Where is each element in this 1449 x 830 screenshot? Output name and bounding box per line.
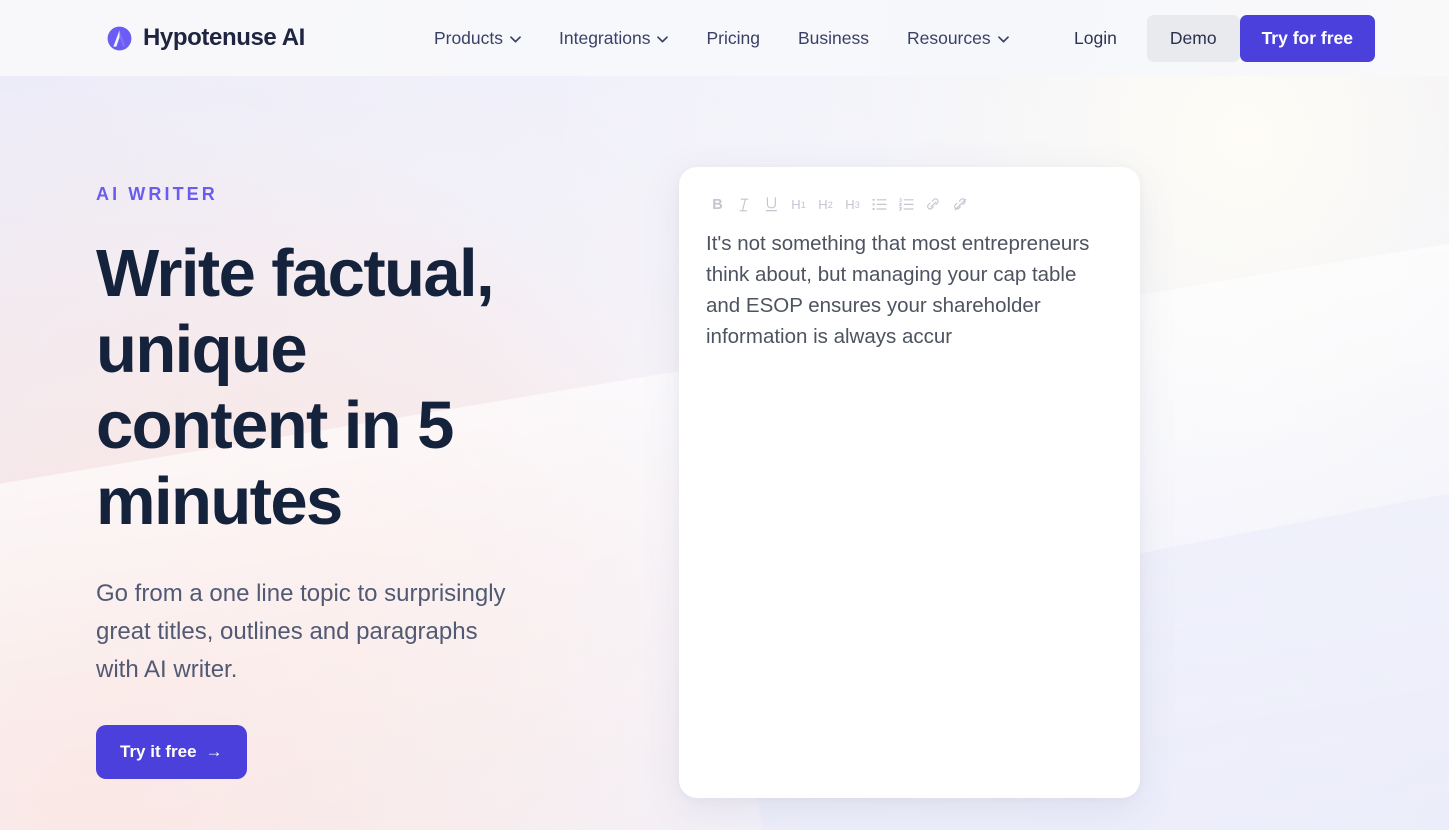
nav-item-label: Pricing xyxy=(706,27,760,48)
bullet-list-icon[interactable] xyxy=(866,194,893,216)
unlink-glyph-icon xyxy=(954,198,967,211)
editor-toolbar: B H1 H2 H3 xyxy=(679,167,1140,221)
brand-name: Hypotenuse AI xyxy=(143,24,305,51)
nav-item-business[interactable]: Business xyxy=(779,22,888,55)
chevron-down-icon xyxy=(657,35,669,42)
link-glyph-icon xyxy=(927,198,939,210)
unlink-icon[interactable] xyxy=(947,194,974,216)
nav-item-products[interactable]: Products xyxy=(415,22,540,55)
site-header: Hypotenuse AI Products Integrations Pric… xyxy=(0,0,1449,76)
arrow-right-icon: → xyxy=(205,742,223,761)
login-link[interactable]: Login xyxy=(1060,20,1131,57)
hero-subtitle: Go from a one line topic to surprisingly… xyxy=(96,580,506,683)
link-icon[interactable] xyxy=(920,194,947,216)
brand-logo[interactable]: Hypotenuse AI xyxy=(107,24,305,52)
italic-icon[interactable] xyxy=(731,194,758,216)
heading-2-icon[interactable]: H2 xyxy=(812,194,839,216)
nav-item-label: Resources xyxy=(906,27,991,48)
try-for-free-button[interactable]: Try for free xyxy=(1239,14,1375,62)
underline-glyph-icon xyxy=(765,197,777,212)
nav-item-label: Integrations xyxy=(559,27,651,48)
page-title: Write factual, unique content in 5 minut… xyxy=(96,236,495,539)
hypotenuse-logo-mark-icon xyxy=(107,26,132,50)
try-it-free-button[interactable]: Try it free → xyxy=(96,725,247,779)
chevron-down-icon xyxy=(997,35,1009,42)
nav-item-integrations[interactable]: Integrations xyxy=(540,22,687,55)
ordered-list-glyph-icon xyxy=(899,198,914,211)
heading-1-icon[interactable]: H1 xyxy=(785,194,812,216)
editor-content-text[interactable]: It's not something that most entrepreneu… xyxy=(706,228,1112,352)
chevron-down-icon xyxy=(510,35,521,42)
hero-eyebrow: AI WRITER xyxy=(96,184,218,204)
nav-item-pricing[interactable]: Pricing xyxy=(687,22,779,55)
nav-item-label: Business xyxy=(797,27,869,48)
hero-content: AI WRITER Write factual, unique content … xyxy=(96,184,616,779)
main-navigation: Products Integrations Pricing Business R… xyxy=(415,22,1028,55)
underline-icon[interactable] xyxy=(758,194,785,216)
bullet-list-glyph-icon xyxy=(872,198,887,211)
editor-card: B H1 H2 H3 It's not something that most … xyxy=(679,167,1140,798)
bold-icon[interactable]: B xyxy=(704,194,731,216)
italic-glyph-icon xyxy=(739,198,749,211)
landing-page: Hypotenuse AI Products Integrations Pric… xyxy=(0,0,1449,830)
heading-3-icon[interactable]: H3 xyxy=(839,194,866,216)
header-actions: Login Demo Try for free xyxy=(1060,14,1375,62)
ordered-list-icon[interactable] xyxy=(893,194,920,216)
nav-item-resources[interactable]: Resources xyxy=(888,22,1028,55)
nav-item-label: Products xyxy=(433,27,503,48)
editor-body[interactable]: It's not something that most entrepreneu… xyxy=(679,221,1140,352)
cta-label: Try it free xyxy=(120,742,197,761)
demo-button[interactable]: Demo xyxy=(1146,14,1240,62)
